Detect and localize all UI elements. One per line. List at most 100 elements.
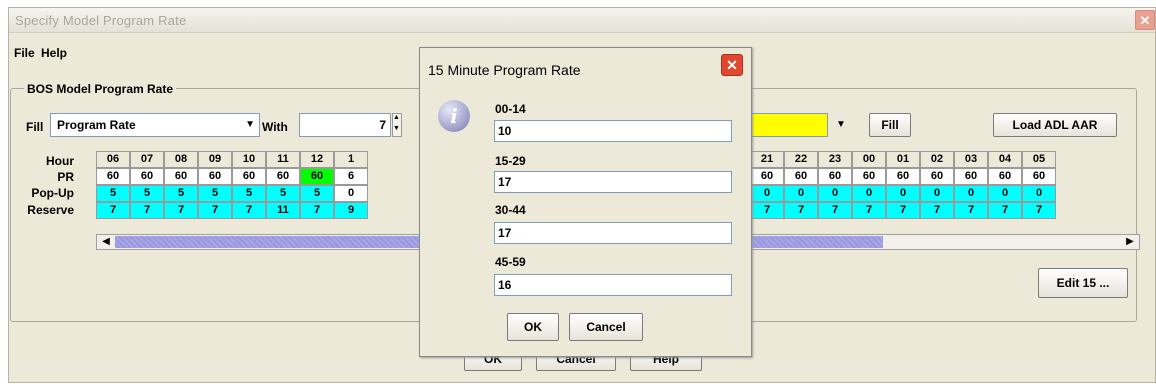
dialog-title: 15 Minute Program Rate	[428, 62, 581, 78]
reserve-cell[interactable]: 7	[988, 202, 1022, 219]
popup-cell[interactable]: 5	[300, 185, 334, 202]
with-input[interactable]: 7	[299, 113, 391, 137]
field-label-30-44: 30-44	[495, 203, 526, 217]
fill-label: Fill	[26, 120, 44, 134]
edit-15-button[interactable]: Edit 15 ...	[1038, 268, 1128, 298]
popup-cell[interactable]: 0	[886, 185, 920, 202]
scroll-right-icon[interactable]: ▶	[1123, 235, 1137, 249]
reserve-cell[interactable]: 7	[198, 202, 232, 219]
popup-cell[interactable]: 5	[164, 185, 198, 202]
reserve-cell[interactable]: 7	[130, 202, 164, 219]
rate-input-15-29[interactable]: 17	[494, 171, 732, 193]
dialog-ok-button[interactable]: OK	[507, 313, 559, 341]
reserve-cell[interactable]: 7	[886, 202, 920, 219]
popup-cell[interactable]: 0	[750, 185, 784, 202]
hour-cell: 01	[886, 151, 920, 168]
chevron-down-icon[interactable]: ▼	[830, 113, 852, 137]
chevron-down-icon: ▼	[245, 119, 255, 130]
reserve-cell[interactable]: 7	[750, 202, 784, 219]
fill-button[interactable]: Fill	[869, 113, 911, 137]
pr-cell[interactable]: 60	[852, 168, 886, 185]
reserve-cell[interactable]: 7	[852, 202, 886, 219]
hour-cell: 05	[1022, 151, 1056, 168]
with-value: 7	[379, 118, 386, 132]
dialog-close-button[interactable]: ✕	[721, 54, 743, 76]
menu-file[interactable]: File	[14, 46, 35, 60]
pr-cell[interactable]: 60	[988, 168, 1022, 185]
with-spinner[interactable]: ▲ ▼	[392, 113, 402, 137]
reserve-cell[interactable]: 7	[784, 202, 818, 219]
popup-cell[interactable]: 5	[130, 185, 164, 202]
reserve-cell[interactable]: 7	[1022, 202, 1056, 219]
rate-input-30-44[interactable]: 17	[494, 222, 732, 244]
pr-cell[interactable]: 60	[198, 168, 232, 185]
spinner-down-icon[interactable]: ▼	[393, 125, 400, 132]
pr-cell[interactable]: 60	[818, 168, 852, 185]
popup-cell[interactable]: 5	[96, 185, 130, 202]
hour-cell: 07	[130, 151, 164, 168]
program-rate-dialog: 15 Minute Program Rate ✕ i 00-14 10 15-2…	[419, 47, 752, 357]
hour-cell: 22	[784, 151, 818, 168]
popup-cell[interactable]: 0	[334, 185, 368, 202]
hour-cell: 12	[300, 151, 334, 168]
field-label-45-59: 45-59	[495, 255, 526, 269]
row-label-pr: PR	[57, 170, 74, 184]
popup-cell[interactable]: 0	[784, 185, 818, 202]
reserve-cell[interactable]: 7	[300, 202, 334, 219]
hour-cell: 04	[988, 151, 1022, 168]
scroll-left-icon[interactable]: ◀	[99, 235, 113, 249]
popup-cell[interactable]: 5	[198, 185, 232, 202]
pr-cell[interactable]: 6	[334, 168, 368, 185]
fill-color-field[interactable]	[750, 113, 828, 137]
reserve-cell[interactable]: 7	[954, 202, 988, 219]
popup-cell[interactable]: 0	[920, 185, 954, 202]
pr-cell[interactable]: 60	[266, 168, 300, 185]
group-title: BOS Model Program Rate	[24, 82, 177, 96]
pr-cell[interactable]: 60	[784, 168, 818, 185]
reserve-cell[interactable]: 7	[232, 202, 266, 219]
pr-cell[interactable]: 60	[886, 168, 920, 185]
reserve-cell[interactable]: 9	[334, 202, 368, 219]
dialog-cancel-button[interactable]: Cancel	[569, 313, 643, 341]
with-label: With	[262, 120, 288, 134]
spinner-up-icon[interactable]: ▲	[393, 114, 400, 121]
hour-cell: 09	[198, 151, 232, 168]
pr-cell[interactable]: 60	[232, 168, 266, 185]
pr-cell[interactable]: 60	[750, 168, 784, 185]
row-label-hour: Hour	[46, 154, 74, 168]
popup-cell[interactable]: 0	[818, 185, 852, 202]
reserve-cell[interactable]: 7	[818, 202, 852, 219]
info-icon: i	[438, 100, 470, 132]
pr-cell[interactable]: 60	[954, 168, 988, 185]
popup-cell[interactable]: 0	[954, 185, 988, 202]
popup-cell[interactable]: 5	[266, 185, 300, 202]
fill-type-select[interactable]: Program Rate ▼	[50, 113, 260, 137]
row-label-popup: Pop-Up	[31, 186, 74, 200]
pr-cell[interactable]: 60	[1022, 168, 1056, 185]
pr-cell[interactable]: 60	[300, 168, 334, 185]
popup-cell[interactable]: 0	[1022, 185, 1056, 202]
window-title: Specify Model Program Rate	[15, 13, 187, 28]
menu-help[interactable]: Help	[41, 46, 67, 60]
reserve-cell[interactable]: 7	[920, 202, 954, 219]
popup-cell[interactable]: 0	[852, 185, 886, 202]
window-close-button[interactable]: ✕	[1135, 10, 1155, 30]
reserve-cell[interactable]: 7	[164, 202, 198, 219]
fill-type-value: Program Rate	[57, 118, 136, 132]
pr-cell[interactable]: 60	[96, 168, 130, 185]
load-adl-aar-button[interactable]: Load ADL AAR	[993, 113, 1117, 137]
hour-cell: 21	[750, 151, 784, 168]
pr-cell[interactable]: 60	[920, 168, 954, 185]
pr-cell[interactable]: 60	[130, 168, 164, 185]
pr-cell[interactable]: 60	[164, 168, 198, 185]
reserve-cell[interactable]: 11	[266, 202, 300, 219]
rate-input-00-14[interactable]: 10	[494, 120, 732, 142]
row-label-reserve: Reserve	[27, 203, 74, 217]
reserve-cell[interactable]: 7	[96, 202, 130, 219]
popup-cell[interactable]: 5	[232, 185, 266, 202]
popup-cell[interactable]: 0	[988, 185, 1022, 202]
hour-cell: 02	[920, 151, 954, 168]
rate-input-45-59[interactable]: 16	[494, 274, 732, 296]
hour-cell: 03	[954, 151, 988, 168]
hour-cell: 11	[266, 151, 300, 168]
